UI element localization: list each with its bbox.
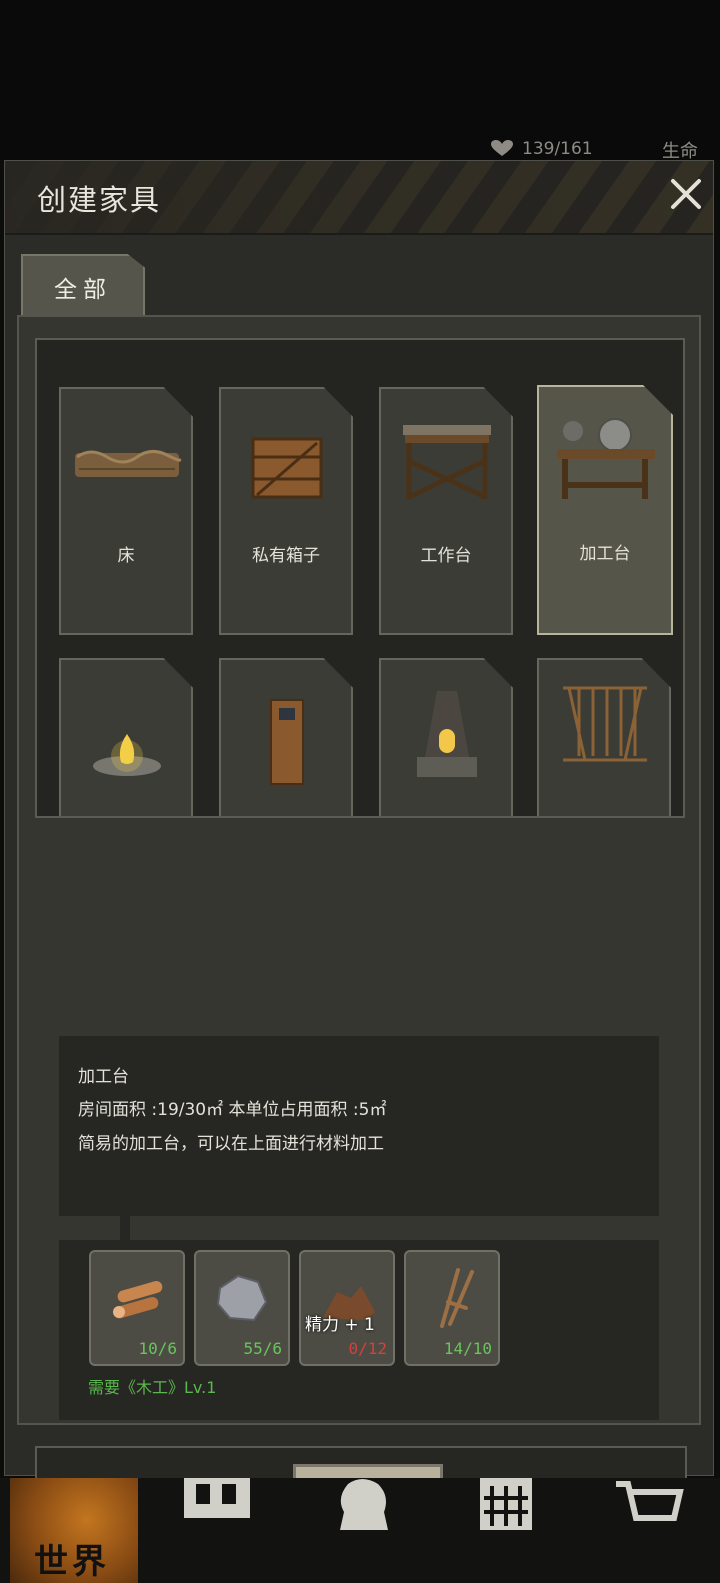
furniture-grid[interactable]: 床 私有箱子 工作台 加工台	[35, 338, 685, 818]
sticks-icon	[440, 1268, 474, 1328]
furniture-card-workbench[interactable]: 工作台	[379, 387, 513, 635]
item-name: 加工台	[78, 1067, 129, 1087]
material-count: 55/6	[243, 1339, 282, 1358]
description-panel: 加工台 房间面积 :19/30㎡ 本单位占用面积 :5㎡ 简易的加工台，可以在上…	[59, 1036, 659, 1216]
furnace-icon	[417, 691, 477, 777]
nav-world[interactable]: 世界	[10, 1478, 138, 1583]
furniture-card-crate[interactable]: 私有箱子	[219, 387, 353, 635]
material-count: 14/10	[443, 1339, 492, 1358]
stamina-bonus: 精力 + 1	[305, 1315, 375, 1335]
tab-all-label: 全部	[54, 277, 112, 303]
nav-world-label: 世界	[34, 1542, 110, 1582]
create-furniture-dialog: 创建家具 全部 床 私有箱子 工作台 加工台 加工台 房间面积:19/30㎡ …	[4, 160, 714, 1552]
top-status-bar: 139/161 生命	[0, 0, 720, 162]
health-icon	[491, 140, 513, 156]
room-area: 房间面积 :19/30㎡ 本单位占用面积 :5㎡	[78, 1100, 387, 1120]
device-icon[interactable]	[478, 1478, 534, 1530]
furniture-label: 私有箱子	[252, 546, 320, 566]
campfire-icon	[93, 734, 161, 776]
stone-icon	[216, 1274, 268, 1322]
material-slot[interactable]: 14/10	[404, 1250, 500, 1366]
backpack-icon[interactable]	[180, 1478, 254, 1526]
furniture-card-drying-rack[interactable]	[537, 658, 671, 816]
drying-rack-icon	[563, 686, 647, 762]
bed-icon	[75, 450, 182, 477]
furniture-card-campfire[interactable]	[59, 658, 193, 816]
content-panel: 床 私有箱子 工作台 加工台 加工台 房间面积:19/30㎡ 本单位占用面积 …	[17, 315, 701, 1552]
furniture-label: 加工台	[579, 544, 631, 564]
furniture-label: 床	[117, 546, 135, 566]
logs-icon	[113, 1281, 163, 1319]
furniture-card-bed[interactable]: 床	[59, 387, 193, 635]
bottom-nav: 世界	[0, 1478, 720, 1583]
material-slot[interactable]: 精力 + 1 0/12	[299, 1250, 395, 1366]
item-description: 简易的加工台，可以在上面进行材料加工	[78, 1134, 384, 1154]
material-count: 0/12	[348, 1339, 387, 1358]
crate-icon	[251, 437, 323, 499]
saw-table-icon	[557, 418, 655, 499]
material-count: 10/6	[138, 1339, 177, 1358]
material-slot[interactable]: 55/6	[194, 1250, 290, 1366]
close-icon[interactable]	[669, 177, 703, 211]
materials-panel: 10/6 55/6 精力 + 1 0/12 14/10 需要《木工》Lv.1	[59, 1240, 659, 1420]
furniture-card-door[interactable]	[219, 658, 353, 816]
dialog-header: 创建家具	[5, 161, 713, 235]
workbench-icon	[403, 425, 491, 500]
cart-icon[interactable]	[614, 1478, 684, 1530]
character-icon[interactable]	[326, 1478, 396, 1530]
furniture-label: 工作台	[420, 546, 472, 566]
skill-requirement: 需要《木工》Lv.1	[88, 1378, 217, 1397]
door-icon	[270, 699, 304, 785]
hp-value: 139/161	[522, 139, 593, 159]
material-slot[interactable]: 10/6	[89, 1250, 185, 1366]
dialog-title: 创建家具	[37, 183, 162, 217]
furniture-card-furnace[interactable]	[379, 658, 513, 816]
tab-all[interactable]: 全部	[21, 254, 145, 316]
furniture-card-saw-table[interactable]: 加工台	[537, 385, 673, 635]
